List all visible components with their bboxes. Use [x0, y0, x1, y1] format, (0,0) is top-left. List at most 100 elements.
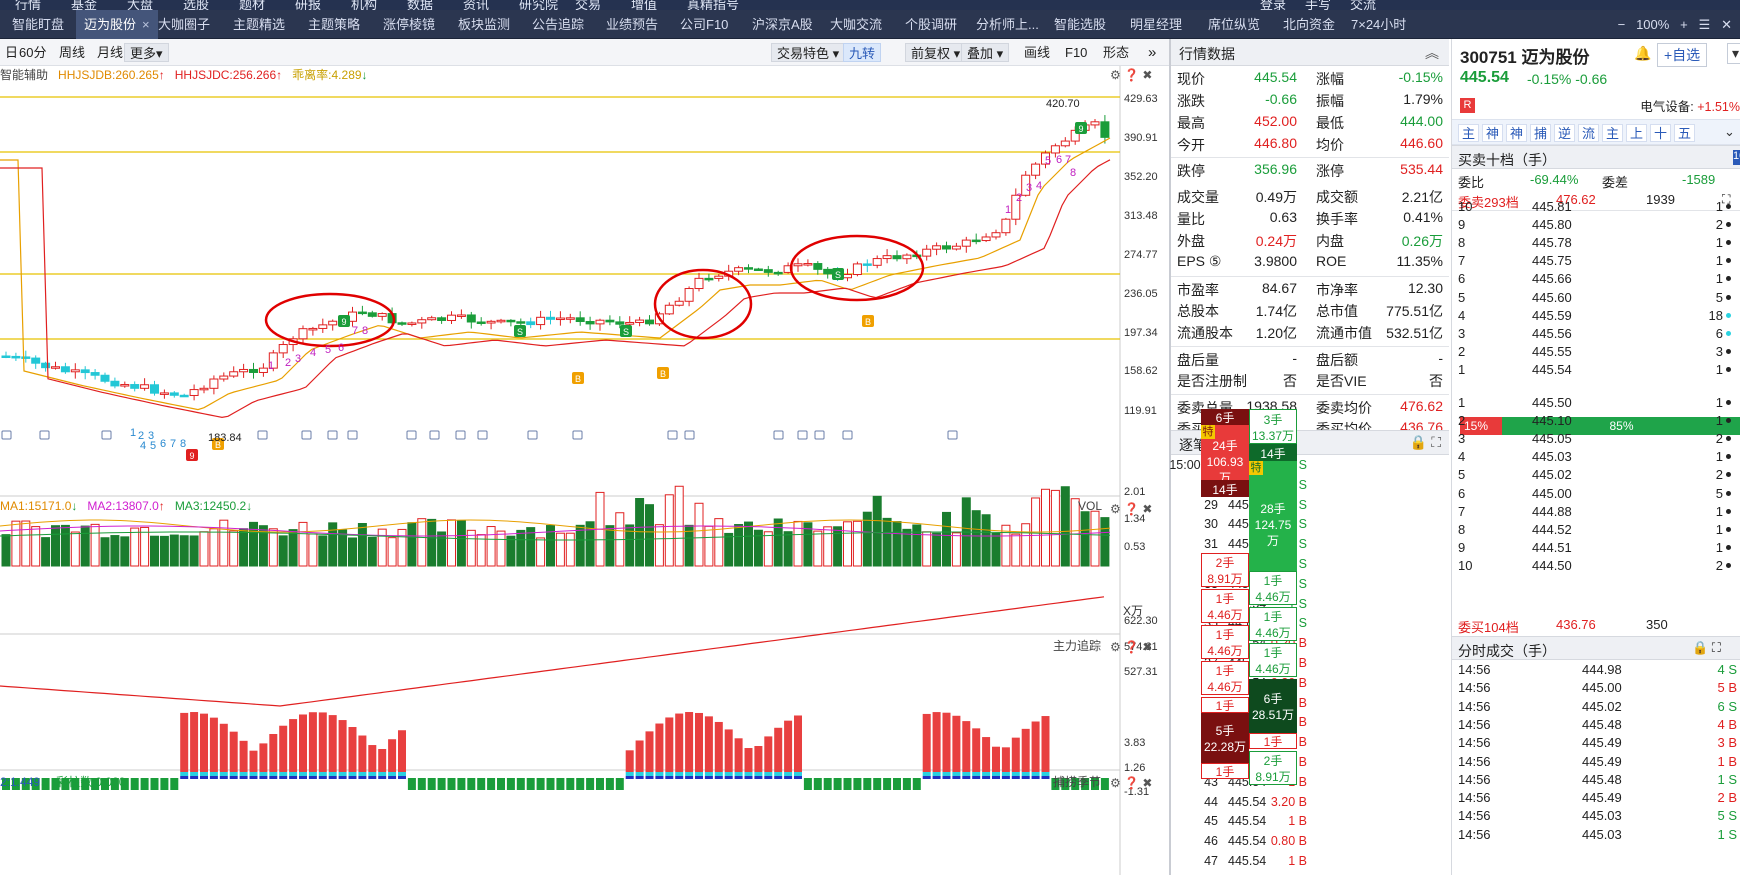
tab-item[interactable]: 大咖圈子 [150, 10, 218, 39]
top-right-item[interactable]: 交流 [1350, 0, 1376, 10]
tab-close-icon[interactable]: × [142, 17, 150, 32]
vol-settings-icon[interactable]: ⚙ ❓ ✖ [1110, 502, 1152, 516]
feature-chip[interactable]: 神 [1506, 124, 1527, 142]
tab-item[interactable]: 大咖交流 [822, 10, 890, 39]
chart-tool-button[interactable]: 前复权 ▾ [905, 43, 967, 62]
top-menu-item[interactable]: 增值 [631, 0, 657, 10]
top-menu-item[interactable]: 行情 [15, 0, 41, 10]
bid-row[interactable]: 7 444.88 1 [1452, 503, 1740, 521]
top-menu-item[interactable]: 研报 [295, 0, 321, 10]
kline-chart[interactable]: 999S SSB BBB1 2 3 4 5 67 81 2 34 5 6 7 8123 45 6 78 [0, 66, 1170, 875]
bid-row[interactable]: 10 444.50 2 [1452, 557, 1740, 575]
feature-chip[interactable]: 上 [1626, 124, 1647, 142]
tab-item[interactable]: 分析师上... [968, 10, 1047, 39]
chart-tool-button[interactable]: 九转 [843, 43, 882, 62]
top-menu-item[interactable]: 题材 [239, 0, 265, 10]
top-menu-item[interactable]: 机构 [351, 0, 377, 10]
orderbook-tab-badge[interactable]: 10 [1733, 150, 1740, 165]
tab-item[interactable]: 业绩预告 [598, 10, 666, 39]
bid-row[interactable]: 5 445.02 2 [1452, 466, 1740, 484]
feature-chip[interactable]: 捕 [1530, 124, 1551, 142]
chart-tool-button[interactable]: 形态 [1098, 43, 1134, 62]
zoom-in-button[interactable]: + [1680, 17, 1688, 32]
chart-area[interactable]: 999SSSBBBB123456781234567812345678 智能辅助 … [0, 66, 1170, 875]
top-menu-item[interactable]: 研究院 [519, 0, 558, 10]
bid-row[interactable]: 3 445.05 2 [1452, 430, 1740, 448]
chart-tool-button[interactable]: 画线 [1019, 43, 1055, 62]
tab-item[interactable]: 智能盯盘 [4, 10, 72, 39]
fenshi-lock-icon[interactable]: 🔒 ⛶ [1692, 640, 1721, 656]
tab-item[interactable]: 板块监测 [450, 10, 518, 39]
bid-row[interactable]: 2 445.10 1 [1452, 412, 1740, 430]
top-right-item[interactable]: 登录 [1260, 0, 1286, 10]
top-right-item[interactable]: 手写 [1305, 0, 1331, 10]
bid-row[interactable]: 8 444.52 1 [1452, 521, 1740, 539]
ask-row[interactable]: 6 445.66 1 [1452, 270, 1740, 288]
feature-chip[interactable]: 流 [1578, 124, 1599, 142]
ask-row[interactable]: 10 445.81 1 [1452, 198, 1740, 216]
lock-icon[interactable]: 🔒 [1410, 434, 1427, 450]
bid-row[interactable]: 9 444.51 1 [1452, 539, 1740, 557]
tab-item[interactable]: 7×24小时 [1343, 10, 1414, 39]
bid-row[interactable]: 1 445.50 1 [1452, 394, 1740, 412]
zl-settings-icon[interactable]: ⚙ ❓ ✖ [1110, 640, 1152, 654]
menu-icon[interactable]: ☰ [1699, 17, 1711, 32]
collapse-icon[interactable]: ︽ [1425, 43, 1439, 63]
zoom-out-button[interactable]: − [1618, 17, 1626, 32]
close-icon[interactable]: ✕ [1721, 17, 1732, 32]
top-menu-item[interactable]: 选股 [183, 0, 209, 10]
ask-row[interactable]: 7 445.75 1 [1452, 252, 1740, 270]
ask-row[interactable]: 3 445.56 6 [1452, 325, 1740, 343]
top-menu-item[interactable]: 大盘 [127, 0, 153, 10]
feature-chip[interactable]: 神 [1482, 124, 1503, 142]
bell-icon[interactable]: 🔔 [1634, 45, 1651, 62]
feature-chip[interactable]: 逆 [1554, 124, 1575, 142]
period-button[interactable]: 60分 [14, 43, 51, 62]
bid-row[interactable]: 6 445.00 5 [1452, 485, 1740, 503]
top-menu-item[interactable]: 数据 [407, 0, 433, 10]
bid-row[interactable]: 4 445.03 1 [1452, 448, 1740, 466]
chips-more-icon[interactable]: ⌄ [1724, 124, 1735, 140]
add-watchlist-button[interactable]: +自选 [1657, 43, 1708, 67]
period-button[interactable]: 更多▾ [124, 43, 169, 62]
block-text: 1手 [1263, 646, 1283, 660]
chart-tool-button[interactable]: F10 [1060, 43, 1092, 62]
tab-item[interactable]: 个股调研 [897, 10, 965, 39]
tab-item[interactable]: 主题策略 [300, 10, 368, 39]
bt-settings-icon[interactable]: ⚙ ❓ ✖ [1110, 776, 1152, 790]
feature-chip[interactable]: 主 [1458, 124, 1479, 142]
top-menu-item[interactable]: 资讯 [463, 0, 489, 10]
ask-row[interactable]: 2 445.55 3 [1452, 343, 1740, 361]
more-panels-button[interactable]: » [1143, 43, 1161, 62]
feature-chip[interactable]: 十 [1650, 124, 1671, 142]
top-menu-item[interactable]: 真精指号 [687, 0, 739, 10]
settings-icon[interactable]: ⚙ ❓ ✖ [1110, 68, 1152, 82]
tab-item[interactable]: 席位纵览 [1200, 10, 1268, 39]
chart-tool-button[interactable]: 叠加 ▾ [961, 43, 1010, 62]
tab-item[interactable]: 迈为股份 × [76, 10, 158, 39]
feature-chip[interactable]: 五 [1674, 124, 1695, 142]
tab-item[interactable]: 主题精选 [225, 10, 293, 39]
chart-tool-button[interactable]: 交易特色 ▾ [771, 43, 846, 62]
tab-item[interactable]: 涨停棱镜 [375, 10, 443, 39]
tab-item[interactable]: 明星经理 [1122, 10, 1190, 39]
tab-item[interactable]: 公告追踪 [524, 10, 592, 39]
top-menu-item[interactable]: 交易 [575, 0, 601, 10]
sector-change[interactable]: 电气设备: +1.51% [1640, 96, 1740, 115]
period-button[interactable]: 周线 [54, 43, 90, 62]
tab-item[interactable]: 智能选股 [1046, 10, 1114, 39]
top-menu-item[interactable]: 基金 [71, 0, 97, 10]
ask-row[interactable]: 5 445.60 5 [1452, 289, 1740, 307]
tab-item[interactable]: 公司F10 [672, 10, 736, 39]
tick-controls[interactable]: 🔒 ⛶ [1410, 434, 1441, 451]
feature-chip[interactable]: 主 [1602, 124, 1623, 142]
tab-item[interactable]: 北向资金 [1275, 10, 1343, 39]
dropdown-icon[interactable]: ▾ [1727, 43, 1740, 64]
ask-row[interactable]: 4 445.59 18 [1452, 307, 1740, 325]
ask-row[interactable]: 1 445.54 1 [1452, 361, 1740, 379]
ask-row[interactable]: 9 445.80 2 [1452, 216, 1740, 234]
period-button[interactable]: 月线 [92, 43, 128, 62]
expand-icon[interactable]: ⛶ [1431, 434, 1441, 450]
ask-row[interactable]: 8 445.78 1 [1452, 234, 1740, 252]
tab-item[interactable]: 沪深京A股 [744, 10, 821, 39]
